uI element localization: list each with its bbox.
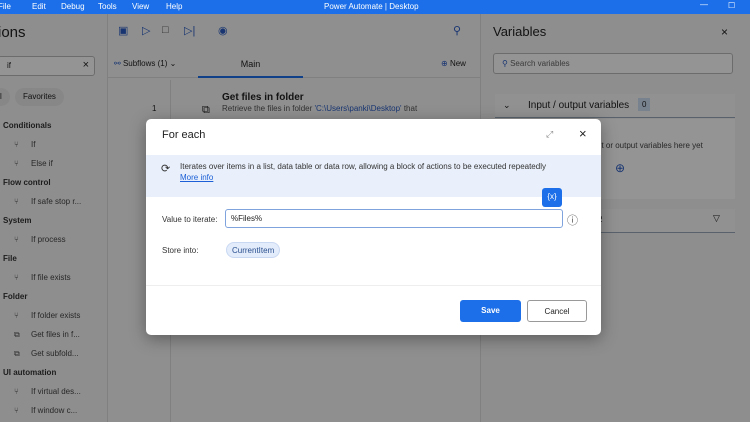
dialog-title: For each [162,129,206,141]
window-title: Power Automate | Desktop [324,2,419,11]
menu-tools[interactable]: Tools [98,2,117,11]
for-each-dialog: For each ⤢ × ⟳ Iterates over items in a … [146,119,601,335]
menu-help[interactable]: Help [166,2,182,11]
cancel-button[interactable]: Cancel [527,300,587,322]
expand-icon[interactable]: ⤢ [546,129,553,140]
title-bar: File Edit Debug Tools View Help Power Au… [0,0,750,14]
variable-picker-button[interactable]: {x} [542,188,562,207]
more-info-link[interactable]: More info [180,173,601,182]
info-icon[interactable]: ⓘ [567,212,578,228]
minimize-icon[interactable]: — [700,0,708,9]
info-text: Iterates over items in a list, data tabl… [180,162,546,171]
maximize-icon[interactable]: ☐ [728,1,735,10]
save-button[interactable]: Save [460,300,521,322]
value-to-iterate-input[interactable]: %Files% [225,209,563,228]
menu-debug[interactable]: Debug [61,2,85,11]
menu-view[interactable]: View [132,2,149,11]
store-variable-chip[interactable]: CurrentItem [226,242,281,258]
store-label: Store into: [162,246,199,255]
close-icon[interactable]: × [579,126,587,141]
loop-icon: ⟳ [161,163,171,175]
value-label: Value to iterate: [162,215,218,224]
info-banner: ⟳ Iterates over items in a list, data ta… [146,155,601,197]
menu-file[interactable]: File [0,2,11,11]
menu-edit[interactable]: Edit [32,2,46,11]
